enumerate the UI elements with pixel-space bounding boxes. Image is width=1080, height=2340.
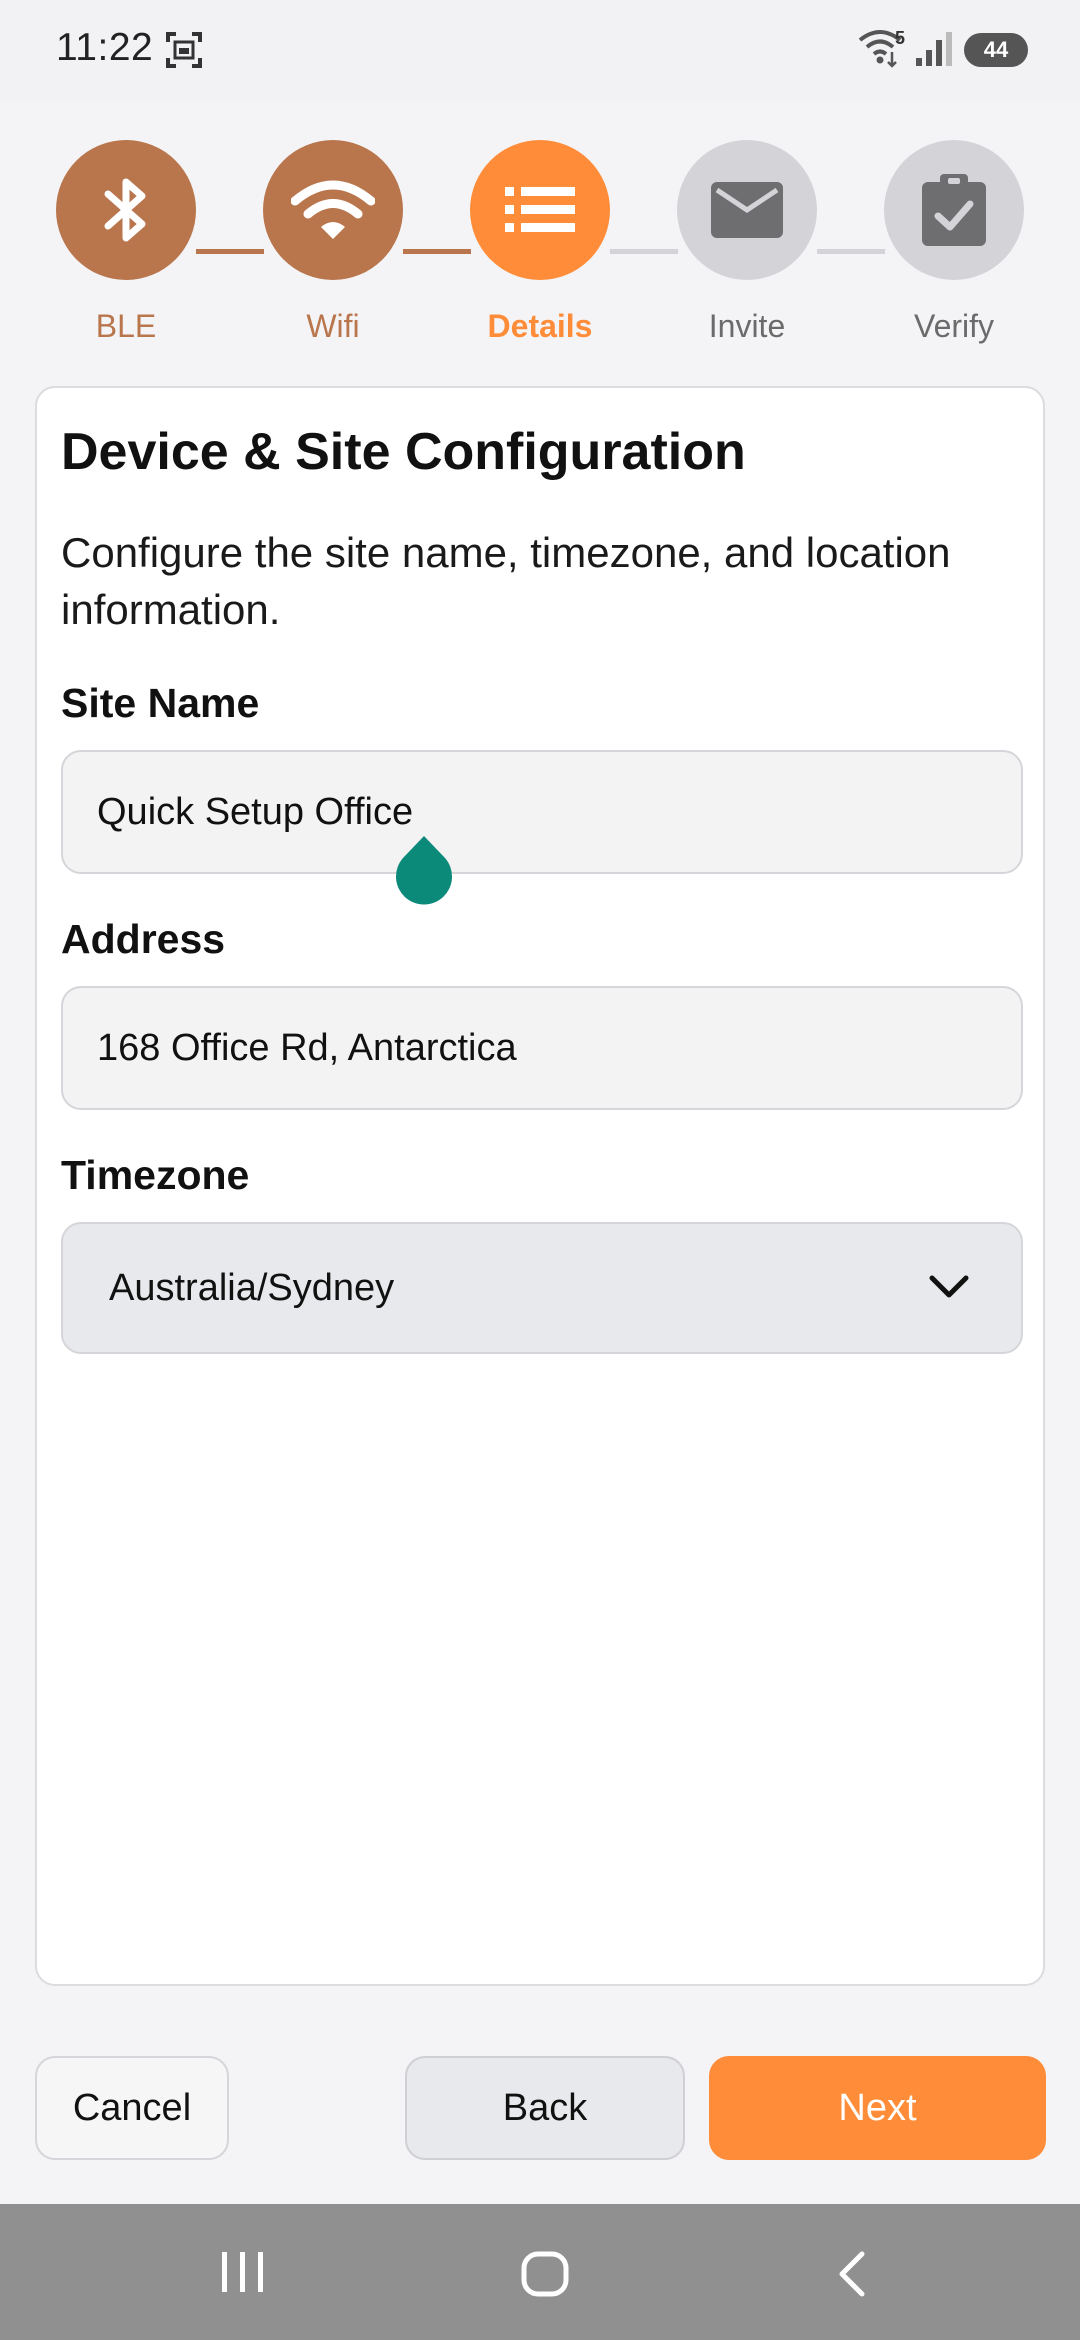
cancel-button[interactable]: Cancel [35,2056,229,2160]
step-verify: Verify [884,140,1024,345]
chevron-down-icon[interactable] [929,1274,969,1300]
next-button[interactable]: Next [709,2056,1046,2160]
screenshot-icon [166,32,202,68]
site-name-value: Quick Setup Office [97,790,414,833]
status-bar: 11:22 5 44 [0,0,1080,100]
envelope-icon [711,182,783,238]
step-wifi-label: Wifi [306,308,360,344]
step-wifi: Wifi [263,140,403,345]
step-details: Details [470,140,610,345]
step-connector [817,249,885,254]
battery-icon: 44 [964,33,1028,67]
wifi-icon [291,180,375,239]
signal-icon [916,32,952,66]
step-verify-label: Verify [913,308,995,344]
step-details-label: Details [487,308,593,344]
back-nav-icon[interactable] [832,2250,872,2298]
step-verify-circle [884,140,1024,280]
address-input[interactable]: 168 Office Rd, Antarctica [61,986,1023,1110]
address-value: 168 Office Rd, Antarctica [97,1026,517,1069]
timezone-label: Timezone [61,1152,250,1198]
bluetooth-icon [104,178,146,242]
page-title: Device & Site Configuration [61,423,746,481]
back-button[interactable]: Back [405,2056,685,2160]
site-name-input[interactable]: Quick Setup Office [61,750,1023,874]
step-connector [403,249,471,254]
step-details-circle [470,140,610,280]
step-ble-circle [56,140,196,280]
list-icon [505,187,575,232]
step-invite: Invite [677,140,817,345]
step-invite-label: Invite [708,308,786,344]
wifi-generation: 5 [895,28,906,48]
recent-apps-icon[interactable] [218,2250,268,2294]
step-ble: BLE [56,140,196,345]
timezone-select[interactable]: Australia/Sydney [61,1222,1023,1354]
status-time: 11:22 [56,26,154,69]
progress-stepper: BLE Wifi Details Invite Verify [0,140,1080,360]
step-invite-circle [677,140,817,280]
step-ble-label: BLE [95,308,157,344]
text-cursor-handle[interactable] [395,836,453,906]
configuration-card: Device & Site Configuration Configure th… [35,386,1045,1986]
home-icon[interactable] [520,2250,570,2298]
timezone-value: Australia/Sydney [109,1266,395,1309]
page-description: Configure the site name, timezone, and l… [61,529,951,633]
step-connector [610,249,678,254]
step-connector [196,249,264,254]
system-nav-bar [0,2204,1080,2340]
clipboard-check-icon [922,174,986,246]
site-name-label: Site Name [61,680,260,726]
address-label: Address [61,916,226,962]
step-wifi-circle [263,140,403,280]
